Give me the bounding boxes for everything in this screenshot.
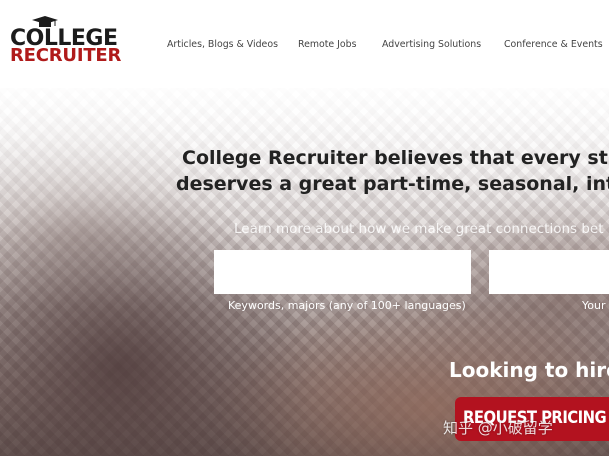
location-caption: Your [582, 299, 606, 312]
hero-subtitle: Learn more about how we make great conne… [234, 221, 604, 237]
logo-text-recruiter: RECRUITER [10, 45, 122, 66]
hire-heading: Looking to hire [449, 358, 609, 382]
watermark-text: 知乎 @小破留学 [443, 419, 553, 437]
keywords-input[interactable] [214, 250, 471, 294]
location-input[interactable] [489, 250, 609, 294]
hero-section: College Recruiter believes that every st… [0, 88, 609, 456]
site-header: COLLEGE RECRUITER Articles, Blogs & Vide… [0, 0, 609, 88]
nav-item-advertising[interactable]: Advertising Solutions [382, 38, 481, 52]
headline-line-1: College Recruiter believes that every st… [182, 147, 609, 169]
keywords-caption: Keywords, majors (any of 100+ languages) [228, 299, 466, 312]
hero-headline: College Recruiter believes that every st… [176, 145, 609, 197]
college-recruiter-logo[interactable]: COLLEGE RECRUITER [10, 16, 126, 66]
nav-item-conference[interactable]: Conference & Events [504, 38, 603, 52]
headline-line-2: deserves a great part-time, seasonal, in… [176, 173, 609, 195]
nav-item-remote-jobs[interactable]: Remote Jobs [298, 38, 357, 52]
nav-item-articles[interactable]: Articles, Blogs & Videos [167, 38, 278, 52]
